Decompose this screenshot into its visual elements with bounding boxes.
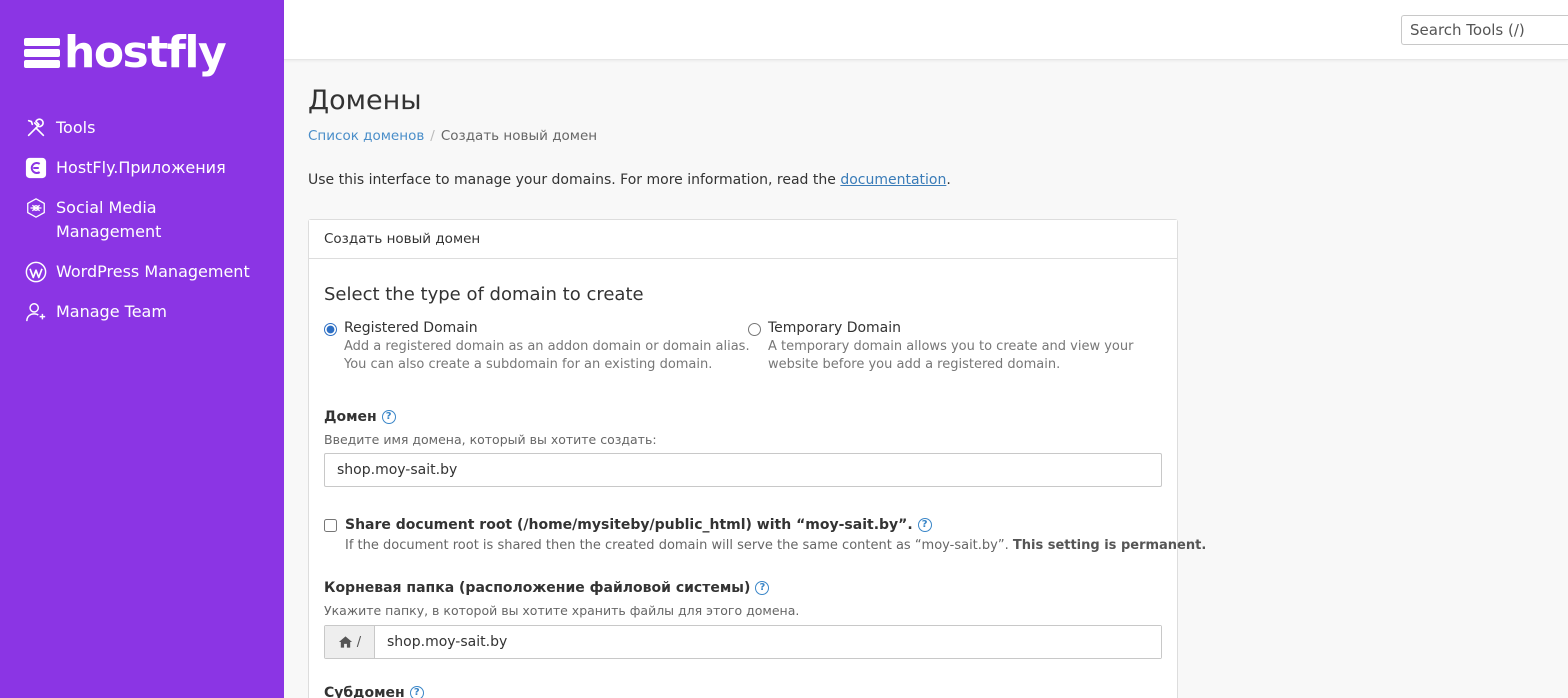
breadcrumb-current: Создать новый домен xyxy=(440,128,598,144)
logo-mark-icon xyxy=(24,35,60,71)
sidebar-item-label: WordPress Management xyxy=(56,262,250,281)
docroot-label-text: Корневая папка (расположение файловой си… xyxy=(324,580,751,596)
docroot-prefix-text: / xyxy=(356,634,362,650)
intro-text: Use this interface to manage your domain… xyxy=(308,170,951,190)
breadcrumb-separator: / xyxy=(430,128,435,144)
registered-domain-label: Registered Domain xyxy=(344,320,478,336)
share-docroot-desc-text: If the document root is shared then the … xyxy=(345,538,1013,553)
temporary-domain-label: Temporary Domain xyxy=(768,320,902,336)
sidebar-item-label: HostFly.Приложения xyxy=(56,158,226,177)
subdomain-field-label: Субдомен? xyxy=(324,683,424,698)
search-tools-input[interactable] xyxy=(1401,15,1568,45)
intro-suffix: . xyxy=(946,172,951,188)
domain-label-text: Домен xyxy=(324,409,377,425)
registered-domain-desc-2: You can also create a subdomain for an e… xyxy=(344,357,713,372)
hostfly-logo[interactable]: hostfly xyxy=(24,27,227,78)
page-title: Домены xyxy=(308,85,422,116)
share-docroot-desc: If the document root is shared then the … xyxy=(345,537,1206,555)
sidebar: hostfly Tools HostFly.Приложения Social … xyxy=(0,0,284,698)
registered-domain-radio[interactable] xyxy=(324,323,337,336)
domain-field-label: Домен? xyxy=(324,407,396,427)
wordpress-icon xyxy=(24,260,48,284)
breadcrumb-domain-list-link[interactable]: Список доменов xyxy=(308,128,424,144)
sidebar-item-wordpress[interactable]: WordPress Management xyxy=(24,260,274,284)
share-docroot-checkbox[interactable] xyxy=(324,518,337,532)
subdomain-help-icon[interactable]: ? xyxy=(409,686,424,698)
registered-domain-option[interactable]: Registered Domain Add a registered domai… xyxy=(324,319,750,374)
sidebar-item-manage-team[interactable]: Manage Team xyxy=(24,300,274,324)
sidebar-item-apps[interactable]: HostFly.Приложения xyxy=(24,156,274,180)
manage-team-icon xyxy=(24,300,48,324)
logo-text: hostfly xyxy=(64,27,227,78)
create-domain-panel: Создать новый домен Select the type of d… xyxy=(308,219,1206,698)
sidebar-item-label: Social Media Management xyxy=(56,198,162,241)
docroot-prefix-addon: / xyxy=(325,626,375,658)
domain-input[interactable] xyxy=(324,453,1162,487)
domain-field-hint: Введите имя домена, который вы хотите со… xyxy=(324,432,657,447)
temporary-domain-desc-1: A temporary domain allows you to create … xyxy=(768,339,1134,354)
sidebar-item-social-media[interactable]: Social Media Management xyxy=(24,196,274,244)
temporary-domain-desc-2: website before you add a registered doma… xyxy=(768,357,1061,372)
subdomain-label-text: Субдомен xyxy=(324,685,405,698)
docroot-input[interactable] xyxy=(375,626,1161,658)
docroot-help-icon[interactable]: ? xyxy=(755,581,770,595)
share-docroot-option[interactable]: Share document root (/home/mysiteby/publ… xyxy=(324,515,932,535)
documentation-link[interactable]: documentation xyxy=(840,172,946,188)
temporary-domain-radio[interactable] xyxy=(748,323,761,336)
share-docroot-permanent-note: This setting is permanent. xyxy=(1012,538,1207,553)
sidebar-item-label: Manage Team xyxy=(56,302,167,321)
share-docroot-label: Share document root (/home/mysiteby/publ… xyxy=(345,517,913,533)
panel-header: Создать новый домен xyxy=(309,220,1177,259)
sidebar-item-tools[interactable]: Tools xyxy=(24,116,274,140)
domain-type-title: Select the type of domain to create xyxy=(324,284,644,305)
share-docroot-help-icon[interactable]: ? xyxy=(917,518,932,532)
docroot-field-hint: Укажите папку, в которой вы хотите храни… xyxy=(324,603,800,618)
top-bar xyxy=(284,0,1568,60)
docroot-input-group: / xyxy=(324,625,1162,659)
sidebar-nav: Tools HostFly.Приложения Social Media Ma… xyxy=(24,116,274,340)
home-icon xyxy=(338,636,352,648)
registered-domain-desc-1: Add a registered domain as an addon doma… xyxy=(344,339,750,354)
temporary-domain-option[interactable]: Temporary Domain A temporary domain allo… xyxy=(748,319,1133,374)
docroot-field-label: Корневая папка (расположение файловой си… xyxy=(324,578,770,598)
intro-prefix: Use this interface to manage your domain… xyxy=(308,172,841,188)
breadcrumb: Список доменов / Создать новый домен xyxy=(308,126,597,146)
domain-help-icon[interactable]: ? xyxy=(381,410,396,424)
social-media-icon xyxy=(24,196,48,220)
tools-icon xyxy=(24,116,48,140)
sidebar-item-label: Tools xyxy=(56,118,96,137)
apps-icon xyxy=(24,156,48,180)
